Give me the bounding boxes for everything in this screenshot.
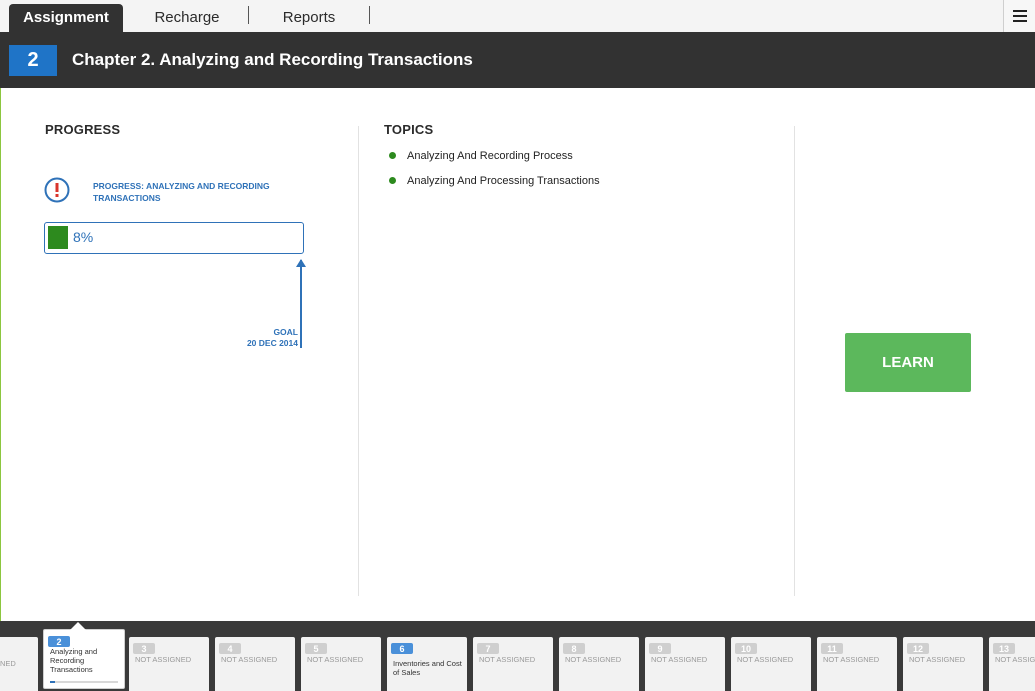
chapter-card-13[interactable]: 13NOT ASSIGNED bbox=[989, 637, 1035, 691]
top-tab-bar: Assignment Recharge Reports bbox=[0, 0, 1035, 33]
goal-label: GOAL 20 DEC 2014 bbox=[201, 327, 298, 349]
chapter-title: Chapter 2. Analyzing and Recording Trans… bbox=[72, 50, 473, 69]
chapter-card-5[interactable]: 5 NOT ASSIGNED bbox=[301, 637, 381, 691]
chapter-number-badge: 2 bbox=[9, 45, 57, 76]
topic-label: Analyzing And Processing Transactions bbox=[407, 175, 600, 187]
card-text: NOT ASSIGNED bbox=[565, 655, 622, 664]
hamburger-icon bbox=[1012, 10, 1027, 22]
learn-button[interactable]: LEARN bbox=[845, 333, 971, 392]
card-text: NOT ASSIGNED bbox=[135, 655, 192, 664]
chapter-card-4[interactable]: 4 NOT ASSIGNED bbox=[215, 637, 295, 691]
tab-recharge[interactable]: Recharge bbox=[128, 4, 246, 32]
menu-button[interactable] bbox=[1003, 0, 1035, 32]
chapter-strip: NED 2 Analyzing and Recording Transaction… bbox=[0, 621, 1035, 691]
card-number-badge: 5 bbox=[305, 643, 327, 654]
tab-separator bbox=[369, 6, 370, 24]
chapter-card-2[interactable]: 2 Analyzing and Recording Transactions bbox=[43, 622, 125, 689]
card-number-badge: 12 bbox=[907, 643, 929, 654]
main-panel: PROGRESS PROGRESS: ANALYZING AND RECORDI… bbox=[0, 88, 1035, 621]
chapter-card-11[interactable]: 11 NOT ASSIGNED bbox=[817, 637, 897, 691]
card-progress-bar bbox=[50, 681, 118, 683]
card-text: NOT ASSIGNED bbox=[221, 655, 278, 664]
card-progress-fill bbox=[50, 681, 56, 683]
chapter-card-3[interactable]: 3 NOT ASSIGNED bbox=[129, 637, 209, 691]
status-dot-icon bbox=[389, 176, 396, 184]
card-number-badge: 9 bbox=[649, 643, 671, 654]
progress-heading: PROGRESS bbox=[45, 122, 121, 137]
card-text: NOT ASSIGNED bbox=[909, 655, 966, 664]
card-text: NOT ASSIGNED bbox=[737, 655, 794, 664]
card-text: NOT ASSIGNED bbox=[995, 655, 1035, 664]
card-number-badge: 10 bbox=[735, 643, 757, 654]
chapter-card-10[interactable]: 10 NOT ASSIGNED bbox=[731, 637, 811, 691]
goal-line bbox=[300, 260, 302, 348]
tab-separator bbox=[248, 6, 249, 24]
chapter-card-12[interactable]: 12 NOT ASSIGNED bbox=[903, 637, 983, 691]
goal-title: GOAL bbox=[273, 327, 298, 337]
progress-percent: 8% bbox=[73, 229, 94, 245]
card-text: NOT ASSIGNED bbox=[651, 655, 708, 664]
topic-item[interactable]: Analyzing And Recording Process bbox=[389, 150, 573, 162]
chapter-header: 2 Chapter 2. Analyzing and Recording Tra… bbox=[0, 32, 1035, 88]
topic-label: Analyzing And Recording Process bbox=[407, 150, 573, 162]
tab-reports[interactable]: Reports bbox=[250, 4, 368, 32]
card-text: NOT ASSIGNED bbox=[307, 655, 364, 664]
card-number-badge: 8 bbox=[563, 643, 585, 654]
exclamation-circle-icon bbox=[44, 177, 70, 203]
topics-heading: TOPICS bbox=[384, 122, 434, 137]
progress-bar-fill bbox=[48, 226, 68, 249]
column-divider bbox=[794, 126, 795, 596]
tab-assignment[interactable]: Assignment bbox=[9, 4, 123, 32]
card-number-badge: 6 bbox=[391, 643, 413, 654]
chapter-card-1[interactable]: NED bbox=[0, 637, 38, 691]
progress-label: PROGRESS: ANALYZING AND RECORDING TRANSA… bbox=[93, 181, 270, 203]
chapter-card-9[interactable]: 9 NOT ASSIGNED bbox=[645, 637, 725, 691]
card-text: Analyzing and Recording Transactions bbox=[50, 647, 98, 674]
card-number-badge: 3 bbox=[133, 643, 155, 654]
progress-bar: 8% bbox=[44, 222, 304, 254]
card-number-badge: 2 bbox=[48, 636, 70, 647]
card-text: NOT ASSIGNED bbox=[479, 655, 536, 664]
topic-item[interactable]: Analyzing And Processing Transactions bbox=[389, 175, 600, 187]
status-dot-icon bbox=[389, 151, 396, 159]
card-number-badge: 7 bbox=[477, 643, 499, 654]
chapter-card-8[interactable]: 8 NOT ASSIGNED bbox=[559, 637, 639, 691]
goal-date: 20 DEC 2014 bbox=[246, 338, 298, 348]
card-text: NOT ASSIGNED bbox=[823, 655, 880, 664]
card-number-badge: 4 bbox=[219, 643, 241, 654]
column-divider bbox=[358, 126, 359, 596]
card-text: Inventories and Cost of Sales bbox=[393, 659, 462, 677]
chapter-card-6[interactable]: 6 Inventories and Cost of Sales bbox=[387, 637, 467, 691]
chapter-card-7[interactable]: 7 NOT ASSIGNED bbox=[473, 637, 553, 691]
card-number-badge: 11 bbox=[821, 643, 843, 654]
card-number-badge: 13 bbox=[993, 643, 1015, 654]
selected-indicator-icon bbox=[70, 622, 86, 630]
